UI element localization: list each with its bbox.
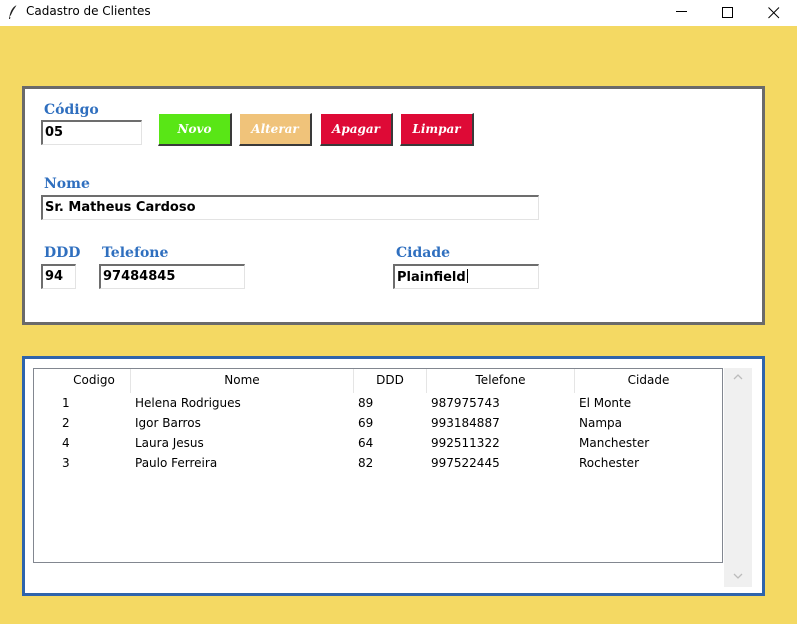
- column-header-telefone[interactable]: Telefone: [427, 369, 575, 393]
- maximize-icon: [722, 7, 733, 18]
- feather-icon: [9, 4, 18, 19]
- ddd-label: DDD: [44, 245, 81, 261]
- column-header-ddd[interactable]: DDD: [354, 369, 427, 393]
- clients-table[interactable]: Codigo Nome DDD Telefone Cidade 1 Helena…: [33, 368, 723, 563]
- telefone-input[interactable]: 97484845: [99, 264, 245, 289]
- nome-label: Nome: [44, 176, 90, 192]
- codigo-input[interactable]: 05: [41, 120, 142, 145]
- codigo-label: Código: [44, 102, 99, 118]
- minimize-icon: [676, 11, 687, 12]
- minimize-button[interactable]: [659, 0, 705, 26]
- nome-input[interactable]: Sr. Matheus Cardoso: [41, 195, 539, 220]
- cell-cidade: Rochester: [579, 456, 639, 470]
- cell-cidade: El Monte: [579, 396, 632, 410]
- cell-ddd: 89: [358, 396, 374, 410]
- alterar-button[interactable]: Alterar: [239, 113, 312, 146]
- cell-codigo: 2: [62, 416, 70, 430]
- title-bar: Cadastro de Clientes: [0, 0, 797, 26]
- cell-codigo: 3: [62, 456, 70, 470]
- ddd-input[interactable]: 94: [41, 264, 76, 289]
- maximize-button[interactable]: [705, 0, 751, 26]
- cell-cidade: Nampa: [579, 416, 622, 430]
- scroll-up-icon[interactable]: [733, 373, 743, 380]
- cell-telefone: 992511322: [431, 436, 500, 450]
- cell-nome: Laura Jesus: [135, 436, 204, 450]
- limpar-button[interactable]: Limpar: [400, 113, 474, 146]
- vertical-scrollbar[interactable]: [724, 368, 752, 587]
- cell-nome: Paulo Ferreira: [135, 456, 218, 470]
- cell-nome: Igor Barros: [135, 416, 201, 430]
- table-row[interactable]: 2 Igor Barros 69 993184887 Nampa: [34, 413, 722, 433]
- cell-ddd: 69: [358, 416, 374, 430]
- cidade-label: Cidade: [396, 245, 451, 261]
- column-header-nome[interactable]: Nome: [131, 369, 354, 393]
- cell-telefone: 993184887: [431, 416, 500, 430]
- window-title: Cadastro de Clientes: [26, 4, 151, 18]
- cell-codigo: 1: [62, 396, 70, 410]
- cell-codigo: 4: [62, 436, 70, 450]
- scroll-down-icon[interactable]: [733, 573, 743, 580]
- cell-cidade: Manchester: [579, 436, 650, 450]
- close-icon: [768, 7, 780, 19]
- table-row[interactable]: 1 Helena Rodrigues 89 987975743 El Monte: [34, 393, 722, 413]
- table-row[interactable]: 4 Laura Jesus 64 992511322 Manchester: [34, 433, 722, 453]
- telefone-label: Telefone: [102, 245, 169, 261]
- apagar-button[interactable]: Apagar: [320, 113, 393, 146]
- column-header-codigo[interactable]: Codigo: [58, 369, 131, 393]
- table-row[interactable]: 3 Paulo Ferreira 82 997522445 Rochester: [34, 453, 722, 473]
- cell-ddd: 82: [358, 456, 374, 470]
- column-header-cidade[interactable]: Cidade: [575, 369, 722, 393]
- close-button[interactable]: [751, 0, 797, 26]
- cell-ddd: 64: [358, 436, 374, 450]
- cidade-value: Plainfield: [397, 270, 466, 285]
- text-cursor: [466, 269, 468, 283]
- cell-nome: Helena Rodrigues: [135, 396, 241, 410]
- novo-button[interactable]: Novo: [158, 113, 232, 146]
- cell-telefone: 987975743: [431, 396, 500, 410]
- cidade-input[interactable]: Plainfield: [393, 264, 539, 289]
- cell-telefone: 997522445: [431, 456, 500, 470]
